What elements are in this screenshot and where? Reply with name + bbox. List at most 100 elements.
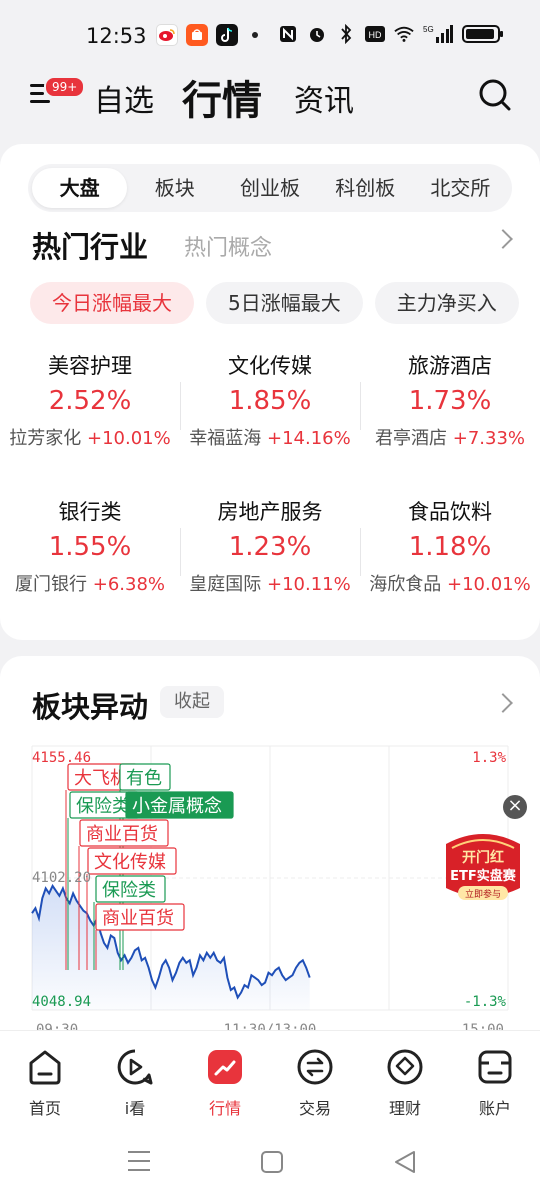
leader-change: +6.38% (92, 574, 165, 595)
collapse-button[interactable]: 收起 (160, 686, 224, 718)
filter-today-gain[interactable]: 今日涨幅最大 (30, 282, 194, 324)
industry-name: 房地产服务 (217, 500, 323, 524)
event-label: 文化传媒 (94, 852, 166, 873)
industry-leader: 君亭酒店 +7.33% (360, 424, 540, 450)
leader-change: +10.01% (447, 574, 531, 595)
promo-line-3: 立即参与 (465, 888, 501, 900)
event-label: 商业百货 (86, 824, 158, 845)
industry-change: 2.52% (48, 386, 132, 416)
tab-news[interactable]: 资讯 (294, 76, 354, 120)
industry-item[interactable]: 旅游酒店 1.73% 君亭酒店 +7.33% (360, 350, 540, 450)
hot-concept-tab[interactable]: 热门概念 (184, 230, 272, 262)
industry-change: 1.85% (228, 386, 312, 416)
leader-name: 拉芳家化 (9, 428, 82, 449)
hot-industry-title[interactable]: 热门行业 (32, 224, 148, 266)
hd-icon: HD (365, 24, 385, 44)
tab-watchlist[interactable]: 自选 (94, 76, 154, 120)
industry-name: 食品饮料 (408, 500, 492, 524)
chevron-right-icon[interactable] (493, 229, 513, 249)
market-segment-tabs: 大盘 板块 创业板 科创板 北交所 (28, 164, 512, 212)
pct-min-label: -1.3% (464, 994, 507, 1010)
leader-change: +7.33% (452, 428, 525, 449)
system-nav-bar (0, 1130, 540, 1200)
hot-industry-card: 大盘 板块 创业板 科创板 北交所 热门行业 热门概念 今日涨幅最大 5日涨幅最… (0, 144, 540, 640)
y-mid-label: 4102.20 (32, 870, 91, 886)
nav-wealth[interactable]: 理财 (360, 1031, 450, 1130)
industry-change: 1.18% (408, 532, 492, 562)
search-icon[interactable] (478, 78, 512, 112)
y-max-label: 4155.46 (32, 750, 91, 766)
network-type: 5G (423, 25, 434, 34)
svg-text:HD: HD (369, 30, 382, 40)
nfc-icon (278, 24, 298, 44)
battery-icon (462, 25, 503, 43)
tab-sectors[interactable]: 板块 (127, 168, 222, 208)
nav-home-label: 首页 (28, 1099, 61, 1118)
tab-main-index[interactable]: 大盘 (32, 168, 128, 208)
filter-net-inflow[interactable]: 主力净买入 (374, 282, 519, 324)
industry-item[interactable]: 银行类 1.55% 厦门银行 +6.38% (0, 496, 180, 596)
nav-wealth-label: 理财 (388, 1099, 421, 1118)
tiktok-app-icon (216, 24, 238, 46)
back-icon[interactable] (395, 1151, 415, 1173)
nav-account[interactable]: 账户 (450, 1031, 540, 1130)
notification-icons (156, 24, 258, 46)
industry-leader: 海欣食品 +10.01% (360, 570, 540, 596)
industry-leader: 厦门银行 +6.38% (0, 570, 180, 596)
promo-badge[interactable]: 开门红 ETF实盘赛 立即参与 (436, 830, 530, 910)
event-label: 商业百货 (102, 908, 174, 929)
leader-change: +10.11% (267, 574, 351, 595)
shopping-app-icon (186, 24, 208, 46)
nav-market[interactable]: 行情 (180, 1031, 270, 1130)
leader-name: 海欣食品 (369, 574, 442, 595)
nav-watch[interactable]: i看 (90, 1031, 180, 1130)
event-label: 小金属概念 (132, 795, 222, 817)
wifi-icon (394, 24, 414, 44)
tab-star-market[interactable]: 科创板 (318, 168, 413, 208)
industry-item[interactable]: 食品饮料 1.18% 海欣食品 +10.01% (360, 496, 540, 596)
nav-trade-label: 交易 (298, 1099, 331, 1118)
nav-watch-label: i看 (124, 1099, 146, 1118)
industry-item[interactable]: 文化传媒 1.85% 幸福蓝海 +14.16% (180, 350, 360, 450)
weibo-app-icon (156, 24, 178, 46)
message-badge: 99+ (44, 76, 86, 98)
alarm-icon (307, 24, 327, 44)
industry-name: 银行类 (58, 500, 122, 524)
signal-icon: 5G (423, 24, 453, 44)
tab-bse[interactable]: 北交所 (413, 168, 508, 208)
leader-change: +10.01% (87, 428, 171, 449)
status-bar: 12:53 HD 5G (0, 0, 540, 72)
status-time: 12:53 (86, 24, 147, 48)
top-nav: 99+ 自选 行情 资讯 (0, 72, 540, 142)
chevron-right-icon[interactable] (493, 693, 513, 713)
filter-5day-gain[interactable]: 5日涨幅最大 (206, 282, 363, 324)
nav-trade[interactable]: 交易 (270, 1031, 360, 1130)
tab-chinext[interactable]: 创业板 (222, 168, 317, 208)
industry-item[interactable]: 房地产服务 1.23% 皇庭国际 +10.11% (180, 496, 360, 596)
recent-apps-icon[interactable] (128, 1151, 150, 1171)
home-button-icon[interactable] (261, 1151, 283, 1173)
leader-name: 厦门银行 (15, 574, 87, 595)
bottom-nav: 首页 i看 行情 交易 理财 账户 (0, 1030, 540, 1130)
leader-name: 幸福蓝海 (189, 428, 262, 449)
industry-item[interactable]: 美容护理 2.52% 拉芳家化 +10.01% (0, 350, 180, 450)
leader-name: 皇庭国际 (189, 574, 262, 595)
close-icon[interactable]: × (503, 795, 527, 819)
play-icon (115, 1047, 155, 1087)
tab-market[interactable]: 行情 (182, 68, 262, 126)
trade-icon (295, 1047, 335, 1087)
pct-max-label: 1.3% (472, 750, 506, 766)
ranking-filters: 今日涨幅最大 5日涨幅最大 主力净买入 (30, 282, 519, 324)
system-status-icons: HD 5G (278, 24, 503, 44)
market-icon (205, 1047, 245, 1087)
nav-market-label: 行情 (208, 1099, 241, 1118)
industry-change: 1.55% (48, 532, 132, 562)
event-label: 保险类 (76, 796, 130, 817)
nav-home[interactable]: 首页 (0, 1031, 90, 1130)
y-min-label: 4048.94 (32, 994, 91, 1010)
event-label: 保险类 (102, 880, 156, 901)
home-icon (25, 1047, 65, 1087)
wealth-icon (385, 1047, 425, 1087)
nav-account-label: 账户 (478, 1099, 511, 1118)
leader-change: +14.16% (267, 428, 351, 449)
